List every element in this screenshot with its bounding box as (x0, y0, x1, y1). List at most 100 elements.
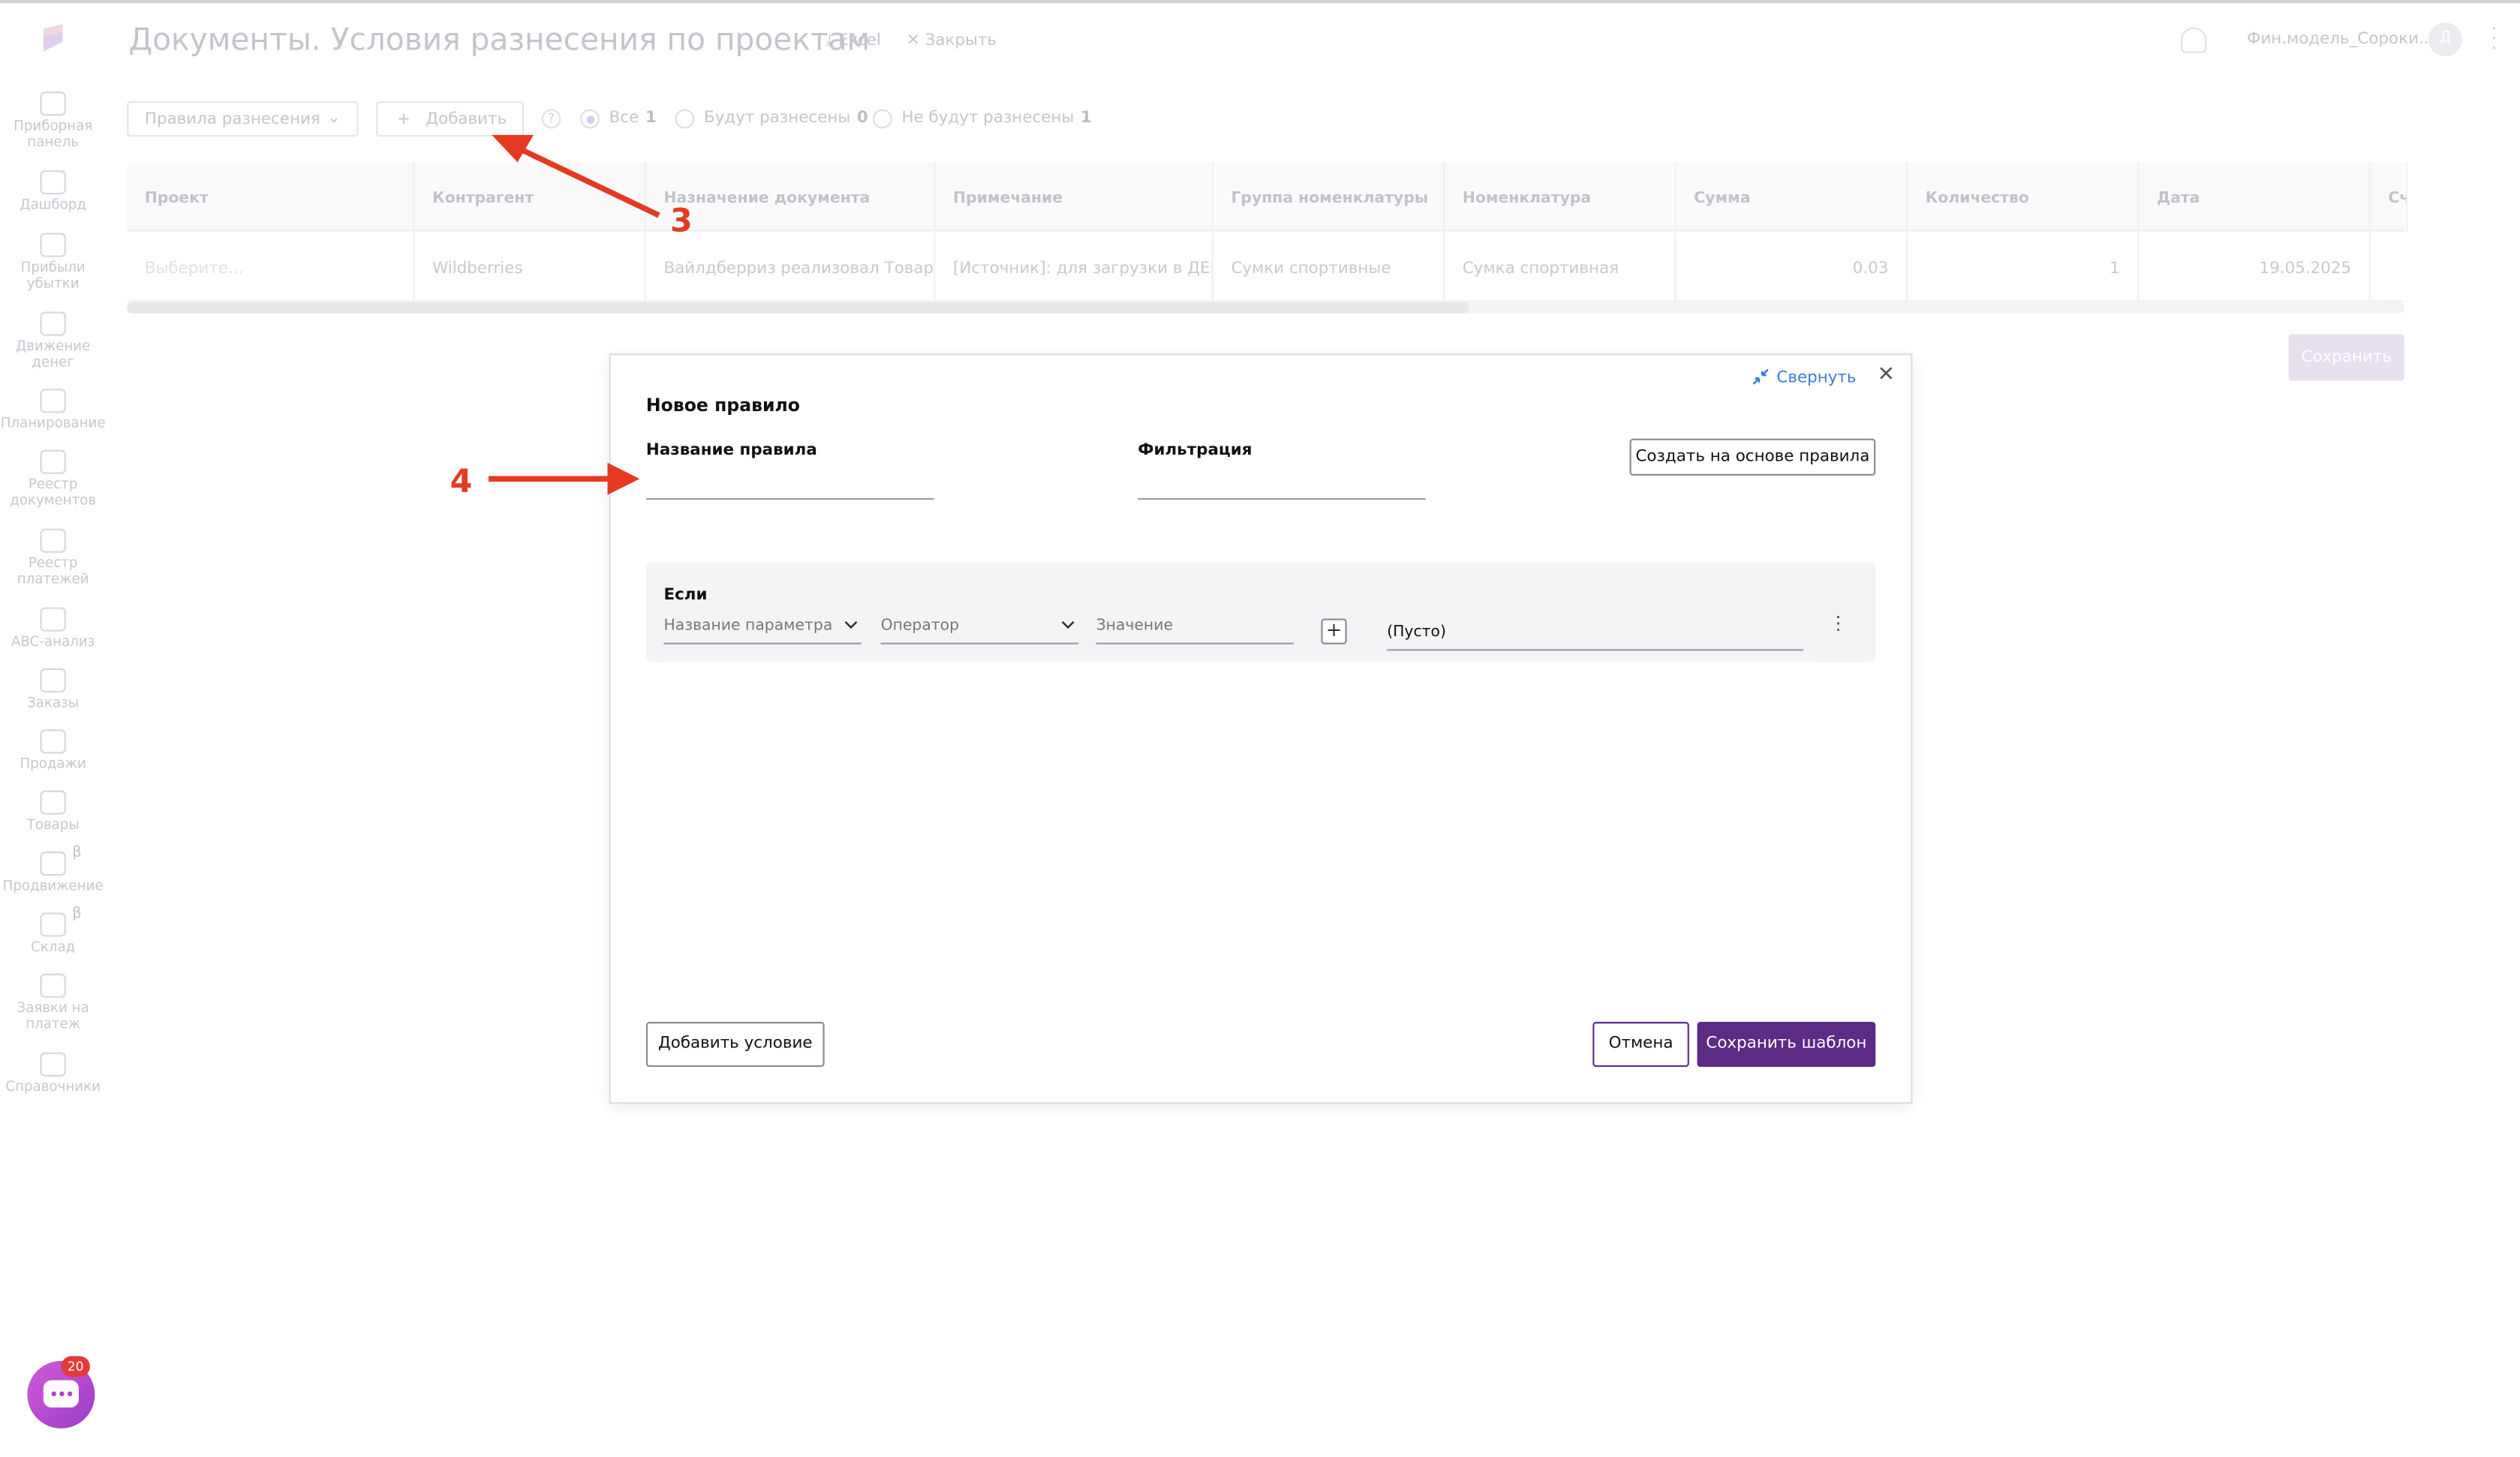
value-select[interactable]: (Пусто) (1387, 615, 1803, 651)
filter-all-radio[interactable] (580, 109, 600, 129)
filter-label: Не будут разнесены (901, 109, 1075, 128)
filter-all-label[interactable]: Все 1 (609, 110, 657, 128)
sidebar-item-label: Планирование (0, 416, 106, 433)
warehouse-icon (40, 912, 66, 937)
scroll-thumb[interactable] (127, 302, 1469, 314)
filter-label: Будут разнесены (704, 109, 851, 128)
collapse-button[interactable]: Свернуть (1752, 368, 1857, 388)
filter-input[interactable] (1138, 470, 1426, 500)
sidebar-item[interactable]: Товары (0, 790, 106, 834)
sidebar-item-label: Приборная панель (14, 119, 93, 152)
sidebar-item[interactable]: Реестр документов (0, 449, 106, 509)
add-condition-button[interactable]: Добавить условие (645, 1022, 825, 1068)
column-header[interactable]: Контрагент (415, 162, 646, 232)
table-cell: 0.03 (1676, 233, 1908, 302)
column-header[interactable]: Проект (127, 162, 415, 232)
sidebar-item[interactable]: β Продвижение (0, 845, 106, 895)
table-cell: 1 (1908, 233, 2140, 302)
sidebar-item[interactable]: Продажи (0, 729, 106, 773)
excel-button[interactable]: ⤓ Excel (826, 32, 881, 50)
sidebar-item[interactable]: Дашборд (0, 170, 106, 214)
sidebar-item[interactable]: Планирование (0, 389, 106, 432)
filter-count: 1 (1080, 109, 1092, 128)
wallet-icon (40, 528, 66, 553)
close-page-button[interactable]: ✕ Закрыть (907, 32, 997, 50)
horizontal-scrollbar[interactable] (127, 302, 2404, 314)
filter-will-radio[interactable] (675, 109, 695, 129)
sidebar-item[interactable]: Движение денег (0, 311, 106, 371)
column-header[interactable]: Количество (1908, 162, 2140, 232)
sidebar-item[interactable]: Заявки на платеж (0, 973, 106, 1034)
sidebar-item-label: Реестр платежей (17, 555, 89, 588)
page-title: Документы. Условия разнесения по проекта… (128, 22, 871, 59)
add-value-button[interactable]: + (1321, 618, 1347, 644)
close-label: Закрыть (925, 32, 997, 50)
filter-label: Все (609, 109, 639, 128)
sidebar-item[interactable]: Приборная панель (0, 92, 106, 151)
create-from-rule-button[interactable]: Создать на основе правила (1629, 438, 1876, 476)
project-select[interactable]: Выберите... (127, 233, 415, 302)
dashboard-icon (40, 92, 66, 116)
sidebar-item[interactable]: Справочники (0, 1052, 106, 1096)
more-icon[interactable]: · · · (1836, 609, 1841, 640)
column-header[interactable]: Группа номенклатуры (1213, 162, 1445, 232)
help-icon[interactable]: ? (541, 109, 561, 129)
folder-icon (40, 1052, 66, 1077)
add-button-label: Добавить (426, 110, 507, 129)
sidebar-item[interactable]: ABC-анализ (0, 607, 106, 651)
save-template-button[interactable]: Сохранить шаблон (1697, 1022, 1876, 1068)
parameter-placeholder: Название параметра (663, 617, 833, 635)
sidebar-item-label: ABC-анализ (11, 634, 95, 651)
sidebar-item-label: Склад (31, 939, 76, 957)
sidebar-item-label: Реестр документов (10, 477, 97, 509)
column-header[interactable]: Номенклатура (1445, 162, 1676, 232)
close-icon[interactable]: ✕ (1878, 363, 1895, 387)
value-placeholder: Значение (1096, 617, 1173, 635)
rules-select[interactable]: Правила разнесения ⌄ (127, 101, 359, 137)
sidebar-item[interactable]: Прибыли убытки (0, 233, 106, 293)
filter-label: Фильтрация (1138, 441, 1252, 460)
filter-wont-radio[interactable] (872, 109, 892, 129)
table-cell: Сумка спортивная (1445, 233, 1676, 302)
rule-name-input[interactable] (645, 470, 934, 500)
filter-will-label[interactable]: Будут разнесены 0 (704, 110, 868, 128)
plus-icon: + (396, 110, 410, 129)
excel-label: Excel (838, 32, 881, 50)
column-header[interactable]: Сч (2371, 162, 2408, 232)
chat-button[interactable]: 20 (27, 1356, 95, 1428)
value-input[interactable]: Значение (1096, 612, 1294, 644)
condition-title: Если (663, 586, 708, 605)
user-name[interactable]: Фин.модель_Сороки... (2247, 31, 2434, 49)
bell-icon[interactable] (2181, 27, 2207, 53)
save-button[interactable]: Сохранить (2288, 334, 2404, 381)
add-button[interactable]: + Добавить (376, 101, 525, 137)
sidebar-item-label: Заявки на платеж (17, 1001, 89, 1034)
chat-badge: 20 (61, 1356, 90, 1377)
operator-placeholder: Оператор (880, 617, 960, 635)
money-flow-icon (40, 311, 66, 336)
sidebar-item-label: Прибыли убытки (20, 260, 86, 293)
table-row[interactable]: Выберите... Wildberries Вайлдберриз реал… (127, 233, 2404, 302)
sidebar-item-label: Продвижение (2, 879, 104, 895)
sidebar-item-label: Товары (26, 818, 80, 834)
sidebar-item[interactable]: Заказы (0, 668, 106, 712)
sidebar-item[interactable]: Реестр платежей (0, 528, 106, 588)
column-header[interactable]: Дата (2139, 162, 2371, 232)
column-header[interactable]: Примечание (935, 162, 1213, 232)
column-header[interactable]: Сумма (1676, 162, 1908, 232)
chevron-down-icon (1061, 620, 1075, 629)
dollar-icon (40, 729, 66, 754)
parameter-select[interactable]: Название параметра (663, 612, 862, 644)
filter-wont-label[interactable]: Не будут разнесены 1 (901, 110, 1091, 128)
table-cell: Вайлдберриз реализовал Товар (I (646, 233, 936, 302)
avatar[interactable]: Д (2428, 22, 2462, 56)
documents-icon (40, 449, 66, 474)
collapse-label: Свернуть (1776, 369, 1857, 388)
more-icon[interactable]: · · · (2491, 20, 2497, 58)
sidebar-item[interactable]: β Склад (0, 906, 106, 957)
table-cell: 19.05.2025 (2139, 233, 2371, 302)
cancel-button[interactable]: Отмена (1592, 1022, 1689, 1068)
boxes-icon (40, 790, 66, 815)
operator-select[interactable]: Оператор (880, 612, 1079, 644)
filter-count: 0 (856, 109, 868, 128)
